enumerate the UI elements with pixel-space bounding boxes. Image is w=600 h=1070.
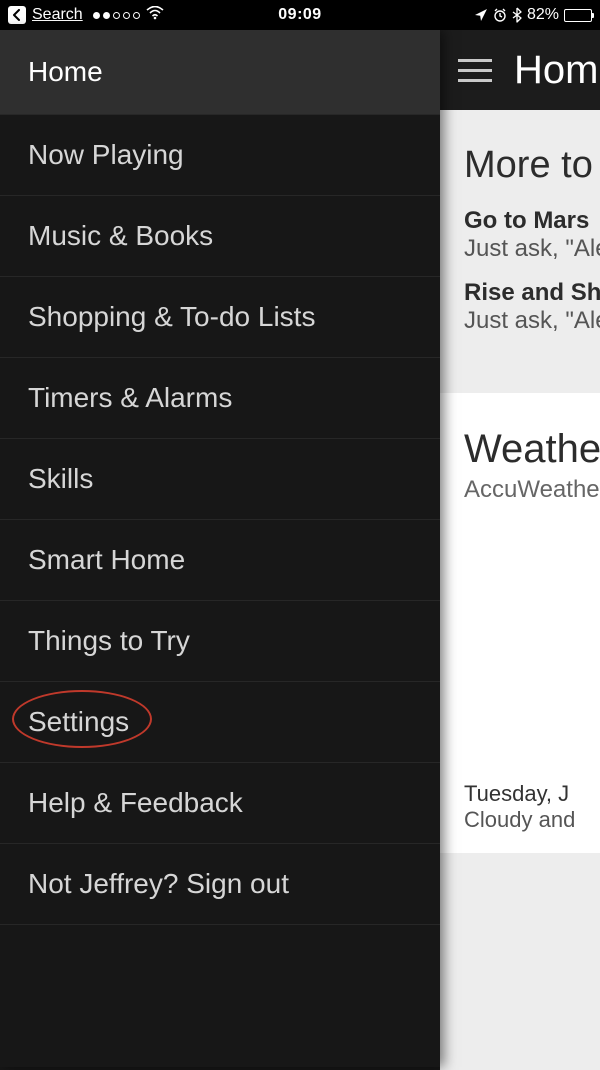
battery-icon <box>564 9 592 22</box>
sidebar-item-label: Help & Feedback <box>28 787 243 818</box>
suggestion-row[interactable]: Rise and Shine Just ask, "Alexa… <box>464 279 600 335</box>
more-to-try-card: More to try Go to Mars Just ask, "Alexa…… <box>440 110 600 379</box>
sidebar-item-label: Timers & Alarms <box>28 382 232 413</box>
main-header: Home <box>440 30 600 110</box>
card-heading: More to try <box>464 144 600 187</box>
sidebar-item-settings[interactable]: Settings <box>0 682 440 763</box>
sidebar-item-shopping-todo[interactable]: Shopping & To-do Lists <box>0 277 440 358</box>
forecast-block: Tuesday, J Cloudy and <box>464 781 600 833</box>
suggestion-sub: Just ask, "Alexa… <box>464 235 600 263</box>
sidebar-item-label: Shopping & To-do Lists <box>28 301 315 332</box>
sidebar-item-home[interactable]: Home <box>0 30 440 115</box>
sidebar-item-label: Not Jeffrey? Sign out <box>28 868 289 899</box>
suggestion-sub: Just ask, "Alexa… <box>464 307 600 335</box>
sidebar-item-smart-home[interactable]: Smart Home <box>0 520 440 601</box>
suggestion-title: Rise and Shine <box>464 279 600 307</box>
weather-provider: AccuWeather <box>464 476 600 504</box>
forecast-day: Tuesday, J <box>464 781 600 807</box>
forecast-desc: Cloudy and <box>464 807 600 833</box>
sidebar-item-label: Skills <box>28 463 93 494</box>
status-time: 09:09 <box>0 6 600 24</box>
sidebar-item-sign-out[interactable]: Not Jeffrey? Sign out <box>0 844 440 925</box>
sidebar-item-label: Settings <box>28 706 129 737</box>
main-body: More to try Go to Mars Just ask, "Alexa…… <box>440 110 600 1070</box>
sidebar-drawer: Home Now Playing Music & Books Shopping … <box>0 30 440 1067</box>
sidebar-item-music-books[interactable]: Music & Books <box>0 196 440 277</box>
sidebar-item-label: Things to Try <box>28 625 190 656</box>
sidebar-item-label: Smart Home <box>28 544 185 575</box>
sidebar-item-label: Home <box>28 56 103 87</box>
suggestion-title: Go to Mars <box>464 207 600 235</box>
sidebar-item-timers-alarms[interactable]: Timers & Alarms <box>0 358 440 439</box>
hamburger-icon[interactable] <box>458 59 492 82</box>
sidebar-item-things-to-try[interactable]: Things to Try <box>0 601 440 682</box>
sidebar-item-skills[interactable]: Skills <box>0 439 440 520</box>
main-title: Home <box>514 48 600 93</box>
sidebar-item-label: Music & Books <box>28 220 213 251</box>
main-content: Home More to try Go to Mars Just ask, "A… <box>440 30 600 1067</box>
sidebar-item-help-feedback[interactable]: Help & Feedback <box>0 763 440 844</box>
sidebar-item-label: Now Playing <box>28 139 184 170</box>
sidebar-item-now-playing[interactable]: Now Playing <box>0 115 440 196</box>
suggestion-row[interactable]: Go to Mars Just ask, "Alexa… <box>464 207 600 263</box>
weather-card[interactable]: Weather AccuWeather Tuesday, J Cloudy an… <box>440 393 600 853</box>
weather-heading: Weather <box>464 427 600 472</box>
status-bar: Search 09:09 82% <box>0 0 600 30</box>
